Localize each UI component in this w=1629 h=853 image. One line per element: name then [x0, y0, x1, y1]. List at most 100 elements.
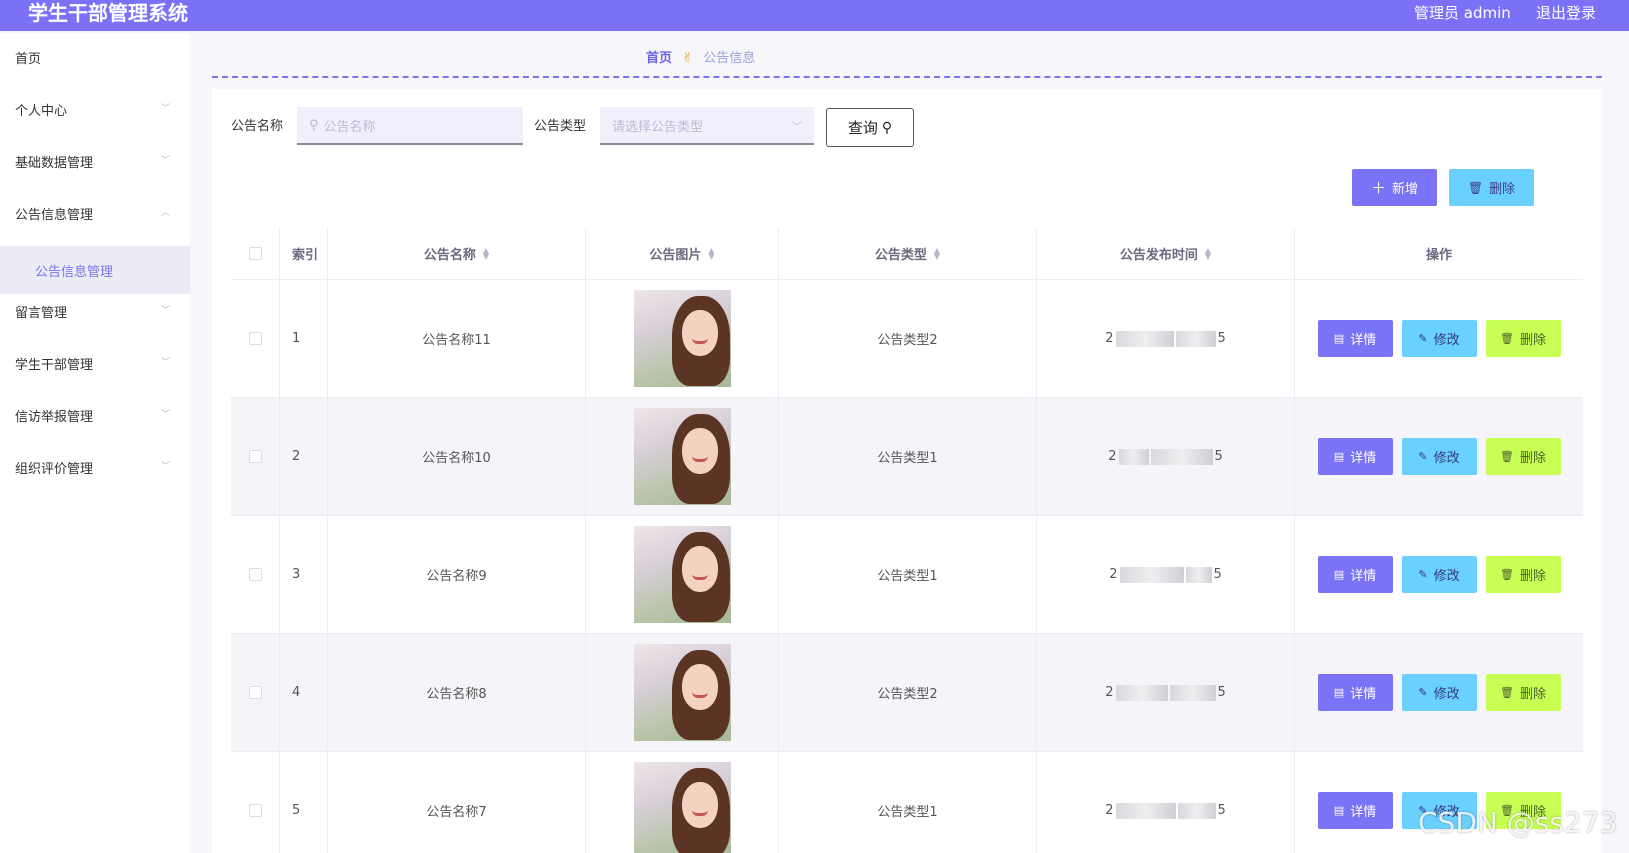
detail-label: 详情 [1350, 333, 1377, 348]
sidebar-item-basic-data[interactable]: 基础数据管理 ﹀ [0, 147, 190, 175]
admin-user-label: 管理员 admin [1414, 4, 1511, 22]
detail-label: 详情 [1350, 687, 1377, 702]
edit-label: 修改 [1433, 569, 1460, 584]
row-select-cell [231, 398, 280, 515]
row-notice-name: 公告名称8 [328, 634, 586, 751]
row-image-cell [586, 516, 779, 633]
column-header-label: 公告类型 [874, 248, 927, 263]
watermark: CSDN @ss273 [1418, 806, 1618, 839]
document-icon: ▤ [1333, 450, 1345, 463]
row-notice-type: 公告类型1 [779, 398, 1037, 515]
time-start: 2 [1108, 449, 1117, 464]
add-button[interactable]: ＋ 新增 [1352, 169, 1437, 206]
detail-button[interactable]: ▤ 详情 [1317, 674, 1393, 711]
column-header-image[interactable]: 公告图片 ▲ ▼ [586, 228, 779, 279]
notice-type-placeholder: 请选择公告类型 [612, 119, 704, 135]
notice-name-placeholder: 公告名称 [323, 119, 376, 135]
time-start: 2 [1105, 803, 1114, 818]
sidebar-subitem-notice-info[interactable]: 公告信息管理 [0, 246, 190, 294]
row-select-cell [231, 634, 280, 751]
filter-type-label: 公告类型 [534, 119, 587, 134]
notice-type-select[interactable]: 请选择公告类型 ﹀ [600, 107, 814, 145]
breadcrumb-home[interactable]: 首页 [646, 51, 672, 66]
detail-label: 详情 [1350, 569, 1377, 584]
row-select-cell [231, 280, 280, 397]
edit-label: 修改 [1433, 687, 1460, 702]
row-notice-name: 公告名称9 [328, 516, 586, 633]
sidebar-item-petition-reports[interactable]: 信访举报管理 ﹀ [0, 401, 190, 429]
query-button-label: 查询 [847, 119, 878, 137]
notice-image[interactable] [633, 526, 731, 623]
row-notice-type: 公告类型1 [779, 752, 1037, 853]
notice-name-input[interactable]: ⚲ 公告名称 [297, 107, 523, 145]
detail-button[interactable]: ▤ 详情 [1317, 438, 1393, 475]
notice-image[interactable] [633, 408, 731, 505]
breadcrumb-divider [212, 76, 1602, 78]
row-checkbox[interactable] [248, 332, 262, 345]
detail-label: 详情 [1350, 451, 1377, 466]
column-header-time[interactable]: 公告发布时间 ▲ ▼ [1037, 228, 1295, 279]
delete-button[interactable]: 🗑 删除 [1485, 320, 1561, 357]
trash-icon: 🗑 [1500, 450, 1514, 463]
sidebar-item-personal-center[interactable]: 个人中心 ﹀ [0, 95, 190, 123]
detail-button[interactable]: ▤ 详情 [1317, 320, 1393, 357]
column-header-label: 公告发布时间 [1119, 248, 1198, 263]
chevron-down-icon: ﹀ [160, 156, 170, 166]
row-checkbox[interactable] [248, 804, 262, 817]
logout-link[interactable]: 退出登录 [1536, 1, 1596, 25]
edit-button[interactable]: ✎ 修改 [1401, 320, 1477, 357]
sidebar-item-messages[interactable]: 留言管理 ﹀ [0, 297, 190, 325]
sidebar-item-label: 个人中心 [15, 103, 68, 119]
row-index: 4 [280, 634, 328, 751]
row-notice-name: 公告名称7 [328, 752, 586, 853]
select-all-checkbox[interactable] [248, 247, 262, 260]
notice-image[interactable] [633, 762, 731, 853]
column-header-actions: 操作 [1425, 248, 1452, 263]
top-navbar: 学生干部管理系统 管理员 admin 退出登录 [0, 0, 1629, 31]
edit-button[interactable]: ✎ 修改 [1401, 556, 1477, 593]
sort-icon: ▲ ▼ [1204, 245, 1212, 261]
row-index: 3 [280, 516, 328, 633]
sort-icon: ▲ ▼ [482, 245, 490, 261]
header-select-cell [231, 228, 280, 279]
search-icon: ⚲ [309, 117, 319, 133]
pencil-icon: ✎ [1418, 450, 1428, 463]
trash-icon: 🗑 [1500, 332, 1514, 345]
sidebar-item-home[interactable]: 首页 [0, 43, 190, 71]
sidebar-item-label: 信访举报管理 [15, 409, 94, 425]
query-button[interactable]: 查询 ⚲ [826, 108, 914, 147]
search-icon: ⚲ [881, 119, 893, 136]
time-start: 2 [1105, 331, 1114, 346]
sidebar: 首页 个人中心 ﹀ 基础数据管理 ﹀ 公告信息管理 ︿ 公告信息管理 留言管理 … [0, 33, 190, 853]
sidebar-item-label: 留言管理 [15, 305, 68, 321]
chevron-down-icon: ﹀ [160, 462, 170, 472]
row-notice-name: 公告名称10 [328, 398, 586, 515]
row-checkbox[interactable] [248, 450, 262, 463]
detail-button[interactable]: ▤ 详情 [1317, 792, 1393, 829]
sort-icon: ▲ ▼ [708, 245, 715, 261]
edit-button[interactable]: ✎ 修改 [1401, 438, 1477, 475]
column-header-name[interactable]: 公告名称 ▲ ▼ [328, 228, 586, 279]
sidebar-item-org-evaluation[interactable]: 组织评价管理 ﹀ [0, 453, 190, 481]
sidebar-subitem-label: 公告信息管理 [35, 264, 114, 280]
delete-button[interactable]: 🗑 删除 [1485, 674, 1561, 711]
chevron-down-icon: ﹀ [160, 306, 170, 316]
detail-button[interactable]: ▤ 详情 [1317, 556, 1393, 593]
delete-button[interactable]: 🗑 删除 [1485, 556, 1561, 593]
column-header-type[interactable]: 公告类型 ▲ ▼ [779, 228, 1037, 279]
sidebar-item-notice-management[interactable]: 公告信息管理 ︿ [0, 199, 190, 227]
row-checkbox[interactable] [248, 686, 262, 699]
delete-button[interactable]: 🗑 删除 [1485, 438, 1561, 475]
edit-button[interactable]: ✎ 修改 [1401, 674, 1477, 711]
chevron-down-icon: ﹀ [160, 358, 170, 368]
row-time-cell: 25 [1037, 280, 1295, 397]
sidebar-item-student-cadres[interactable]: 学生干部管理 ﹀ [0, 349, 190, 377]
notice-image[interactable] [633, 644, 731, 741]
row-checkbox[interactable] [248, 568, 262, 581]
bulk-delete-button[interactable]: 🗑 删除 [1449, 169, 1534, 206]
sidebar-item-label: 学生干部管理 [15, 357, 94, 373]
time-start: 2 [1109, 567, 1118, 582]
notice-image[interactable] [633, 290, 731, 387]
row-publish-time: 25 [1105, 330, 1226, 347]
sidebar-item-label: 公告信息管理 [15, 207, 94, 223]
